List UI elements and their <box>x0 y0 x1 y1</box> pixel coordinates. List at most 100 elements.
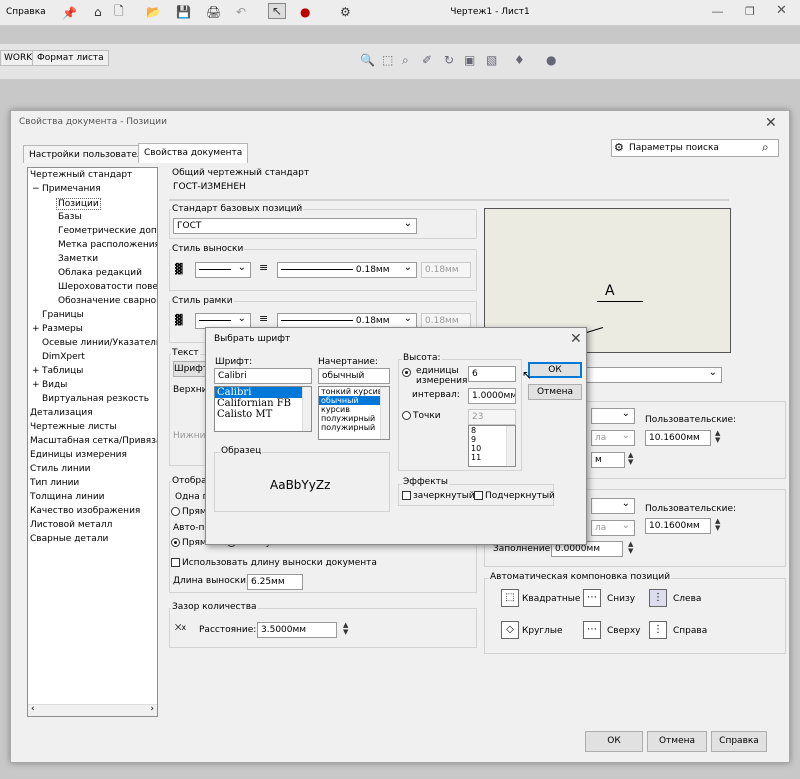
tree-item-location-labels[interactable]: Метка расположения <box>58 240 157 250</box>
ok-button[interactable]: ОК <box>585 731 643 752</box>
use-leader-length-checkbox[interactable]: Использовать длину выноски документа <box>171 558 377 568</box>
round-layout-icon[interactable]: ◇ <box>501 621 519 639</box>
tree-item-borders[interactable]: Границы <box>42 310 84 320</box>
tree-item-revision-clouds[interactable]: Облака редакций <box>58 268 142 278</box>
size-unit-c[interactable]: ла <box>591 520 635 536</box>
leader-length-input[interactable]: 6.25мм <box>247 574 303 590</box>
tree-item-tables[interactable]: Таблицы <box>42 366 83 376</box>
style-list-scrollbar[interactable] <box>380 387 389 439</box>
rotate-icon[interactable]: ↻ <box>444 52 454 68</box>
tree-item-units[interactable]: Единицы измерения <box>30 450 127 460</box>
style-option[interactable]: полужирный <box>319 423 389 432</box>
size-select-2[interactable] <box>591 498 635 514</box>
tree-item-weldments[interactable]: Сварные детали <box>30 534 108 544</box>
distance-input[interactable]: 3.5000мм <box>257 622 337 638</box>
bottom-layout-icon[interactable]: ⋯ <box>583 589 601 607</box>
tree-item-datums[interactable]: Базы <box>58 212 82 222</box>
underline-checkbox[interactable]: Подчеркнутый <box>474 491 555 501</box>
picture-icon[interactable]: ▣ <box>464 52 475 68</box>
zoom-prev-icon[interactable]: ⌕ <box>402 52 409 68</box>
tab-user-settings[interactable]: Настройки пользователя <box>23 145 155 163</box>
font-option[interactable]: Calisto MT <box>215 409 311 420</box>
tree-expander[interactable]: − <box>32 184 40 194</box>
points-radio[interactable]: Точки <box>402 411 441 421</box>
distance-spinner[interactable]: ▲ ▼ <box>343 622 348 636</box>
style-list[interactable]: тонкий курсив обычный курсив полужирный … <box>318 386 390 440</box>
size-spinner-1[interactable]: ▲ ▼ <box>628 452 633 466</box>
scroll-left-icon[interactable]: ‹ <box>31 704 35 714</box>
tree-item-weld-symbols[interactable]: Обозначение сварного <box>58 296 157 306</box>
font-cancel-button[interactable]: Отмена <box>528 384 582 400</box>
left-layout-icon[interactable]: ⋮ <box>649 589 667 607</box>
points-list[interactable]: 8 9 10 11 <box>468 425 516 467</box>
zoom-area-icon[interactable]: ⬚ <box>382 52 393 68</box>
leader-thickness-select[interactable]: 0.18мм <box>277 262 417 278</box>
tree-item-balloons[interactable]: Позиции <box>56 198 101 210</box>
tree-expander[interactable]: + <box>32 380 40 390</box>
font-dialog-close-icon[interactable]: ✕ <box>570 331 582 347</box>
size-select-1[interactable] <box>591 408 635 424</box>
zoom-fit-icon[interactable]: 🔍 <box>360 52 375 68</box>
tree-item-line-thickness[interactable]: Толщина линии <box>30 492 105 502</box>
base-standard-select[interactable]: ГОСТ <box>173 218 417 234</box>
tree-item-dimensions[interactable]: Размеры <box>42 324 83 334</box>
font-list-scrollbar[interactable] <box>302 387 311 431</box>
tree-item-notes[interactable]: Заметки <box>58 254 98 264</box>
appearance-icon[interactable]: ● <box>546 52 556 68</box>
close-icon[interactable]: ✕ <box>776 3 787 18</box>
scroll-right-icon[interactable]: › <box>150 704 154 714</box>
hide-show-icon[interactable]: ♦ <box>514 52 525 68</box>
points-list-scrollbar[interactable] <box>506 426 515 466</box>
square-layout-icon[interactable]: ⬚ <box>501 589 519 607</box>
tree-item-virtual-sharps[interactable]: Виртуальная резкость <box>42 394 149 404</box>
restore-icon[interactable]: ❐ <box>745 5 755 18</box>
style-input[interactable]: обычный <box>318 368 390 384</box>
tree-item-views[interactable]: Виды <box>42 380 67 390</box>
tree-item-drafting-standard[interactable]: Чертежный стандарт <box>30 170 132 180</box>
tree-item-annotations[interactable]: Примечания <box>42 184 101 194</box>
style-option[interactable]: курсив <box>319 405 389 414</box>
style-option[interactable]: полужирный <box>319 414 389 423</box>
strikeout-checkbox[interactable]: зачеркнутый <box>402 491 475 501</box>
minimize-icon[interactable]: ― <box>712 5 723 18</box>
top-layout-icon[interactable]: ⋯ <box>583 621 601 639</box>
units-radio[interactable] <box>402 368 413 378</box>
tree-item-centerlines[interactable]: Осевые линии/Указатели <box>42 338 157 348</box>
tree-item-image-quality[interactable]: Качество изображения <box>30 506 140 516</box>
tree-item-drawing-sheets[interactable]: Чертежные листы <box>30 422 117 432</box>
straight-radio-1[interactable]: Прям <box>171 507 207 517</box>
tree-item-detailing[interactable]: Детализация <box>30 408 93 418</box>
section-view-icon[interactable]: ✐ <box>422 52 432 68</box>
tab-sheet-format[interactable]: Формат листа <box>32 50 109 66</box>
tab-document-properties[interactable]: Свойства документа <box>138 143 249 163</box>
right-layout-icon[interactable]: ⋮ <box>649 621 667 639</box>
leader-line-style-select[interactable] <box>195 262 251 278</box>
user-defined-input-2[interactable]: 10.1600мм <box>645 518 711 534</box>
leader-thickness-custom[interactable]: 0.18мм <box>421 262 471 278</box>
search-options-box[interactable]: ⚙ Параметры поиска ⌕ <box>611 139 779 157</box>
tree-item-grid-snap[interactable]: Масштабная сетка/Привязать <box>30 436 157 446</box>
style-option[interactable]: тонкий курсив <box>319 387 389 396</box>
tree-item-geometric-tolerances[interactable]: Геометрические допуски <box>58 226 157 236</box>
units-input[interactable]: 6 <box>468 366 516 382</box>
tree-expander[interactable]: + <box>32 366 40 376</box>
size-unit-a[interactable]: ла <box>591 430 635 446</box>
fill-spinner[interactable]: ▲ ▼ <box>628 541 633 555</box>
tree-expander[interactable]: + <box>32 324 40 334</box>
size-unit-b[interactable]: м <box>591 452 625 468</box>
user-defined-input-1[interactable]: 10.1600мм <box>645 430 711 446</box>
points-input[interactable]: 23 <box>468 409 516 425</box>
user-defined-spinner-2[interactable]: ▲ ▼ <box>715 518 720 532</box>
font-ok-button[interactable]: ОК <box>528 362 582 378</box>
font-input[interactable]: Calibri <box>214 368 312 384</box>
tree-item-line-style[interactable]: Стиль линии <box>30 464 90 474</box>
style-option[interactable]: обычный <box>319 396 389 405</box>
help-button[interactable]: Справка <box>711 731 767 752</box>
tree-item-dimxpert[interactable]: DimXpert <box>42 352 85 362</box>
display-style-icon[interactable]: ▧ <box>486 52 497 68</box>
tree-hscrollbar[interactable]: ‹ › <box>28 704 157 716</box>
search-icon[interactable]: ⌕ <box>762 140 769 155</box>
tree-item-sheet-metal[interactable]: Листовой металл <box>30 520 112 530</box>
cancel-button[interactable]: Отмена <box>647 731 707 752</box>
interval-input[interactable]: 1.0000мм <box>468 388 516 404</box>
